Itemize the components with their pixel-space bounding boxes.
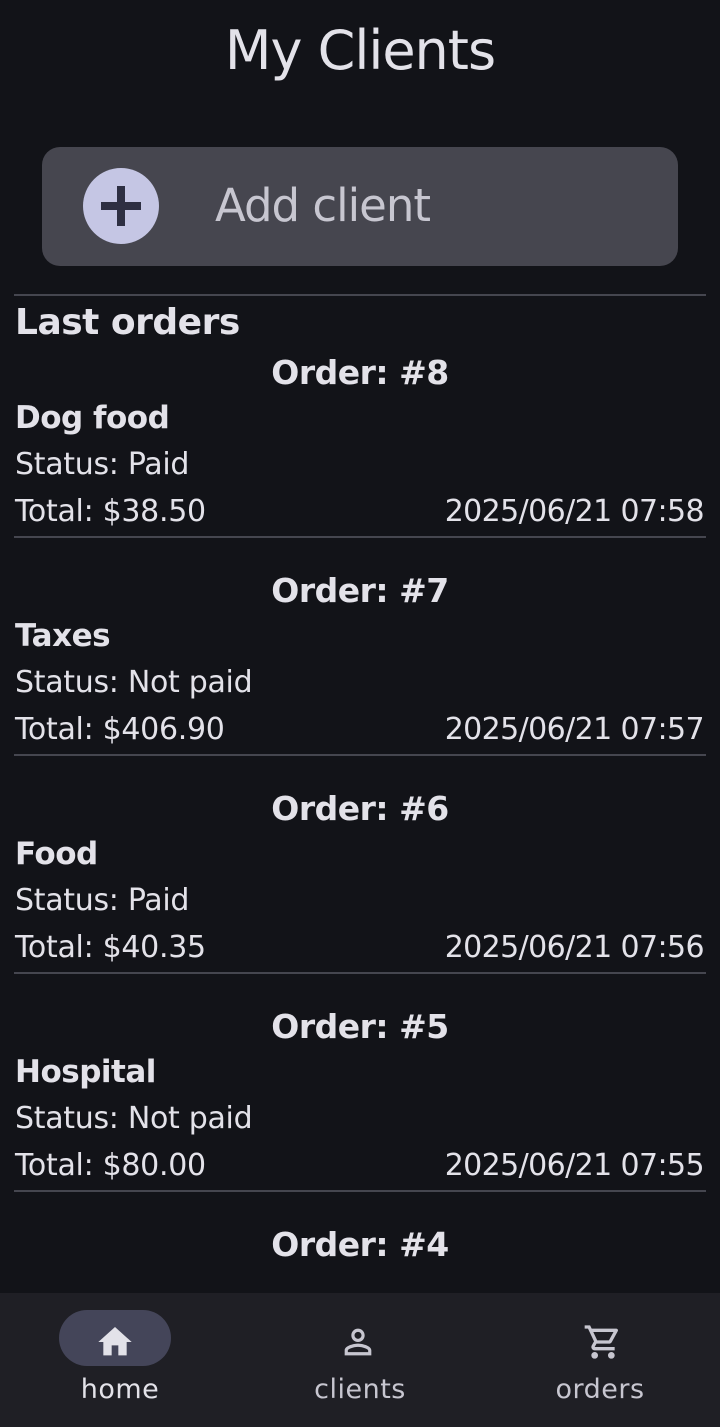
order-date: 2025/06/21 07:56	[444, 930, 705, 965]
cart-icon	[584, 1325, 619, 1359]
screen: My Clients Add client Last orders Order:…	[0, 0, 720, 1427]
home-icon	[98, 1327, 132, 1356]
divider	[14, 536, 706, 538]
order-total: Total: $406.90	[15, 712, 225, 747]
order-status: Status: Not paid	[15, 665, 253, 700]
divider	[14, 1190, 706, 1192]
nav-item-clients[interactable]: clients	[240, 1293, 480, 1427]
order-name: Taxes	[15, 618, 111, 654]
person-icon	[344, 1328, 372, 1356]
order-number: Order: #5	[271, 1007, 449, 1046]
order-item[interactable]: Order: #7 Taxes Status: Not paid Total: …	[0, 565, 720, 783]
add-client-label: Add client	[215, 179, 431, 232]
divider	[14, 754, 706, 756]
orders-list[interactable]: Order: #8 Dog food Status: Paid Total: $…	[0, 347, 720, 1293]
order-status: Status: Not paid	[15, 1101, 253, 1136]
order-item[interactable]: Order: #6 Food Status: Paid Total: $40.3…	[0, 783, 720, 1001]
order-number: Order: #4	[271, 1225, 449, 1264]
nav-label-clients: clients	[314, 1374, 406, 1405]
order-total: Total: $80.00	[15, 1148, 206, 1183]
divider	[14, 294, 706, 296]
nav-label-home: home	[80, 1374, 160, 1405]
plus-icon	[83, 168, 159, 244]
order-date: 2025/06/21 07:55	[444, 1148, 705, 1183]
order-status: Status: Paid	[15, 883, 190, 918]
bottom-navigation: home clients orders	[0, 1293, 720, 1427]
section-title-last-orders: Last orders	[15, 302, 240, 343]
order-name: Dog food	[15, 400, 170, 436]
order-total: Total: $40.35	[15, 930, 206, 965]
nav-label-orders: orders	[555, 1374, 645, 1405]
order-item[interactable]: Order: #8 Dog food Status: Paid Total: $…	[0, 347, 720, 565]
add-client-button[interactable]: Add client	[42, 147, 678, 266]
order-total: Total: $38.50	[15, 494, 206, 529]
order-name: Food	[15, 836, 98, 872]
order-date: 2025/06/21 07:57	[444, 712, 705, 747]
order-number: Order: #7	[271, 571, 449, 610]
nav-item-orders[interactable]: orders	[480, 1293, 720, 1427]
order-status: Status: Paid	[15, 447, 190, 482]
order-item[interactable]: Order: #4	[0, 1219, 720, 1293]
order-number: Order: #8	[271, 353, 449, 392]
order-item[interactable]: Order: #5 Hospital Status: Not paid Tota…	[0, 1001, 720, 1219]
divider	[14, 972, 706, 974]
order-number: Order: #6	[271, 789, 449, 828]
order-name: Hospital	[15, 1054, 156, 1090]
page-title: My Clients	[224, 19, 496, 82]
order-date: 2025/06/21 07:58	[444, 494, 705, 529]
nav-item-home[interactable]: home	[0, 1293, 240, 1427]
